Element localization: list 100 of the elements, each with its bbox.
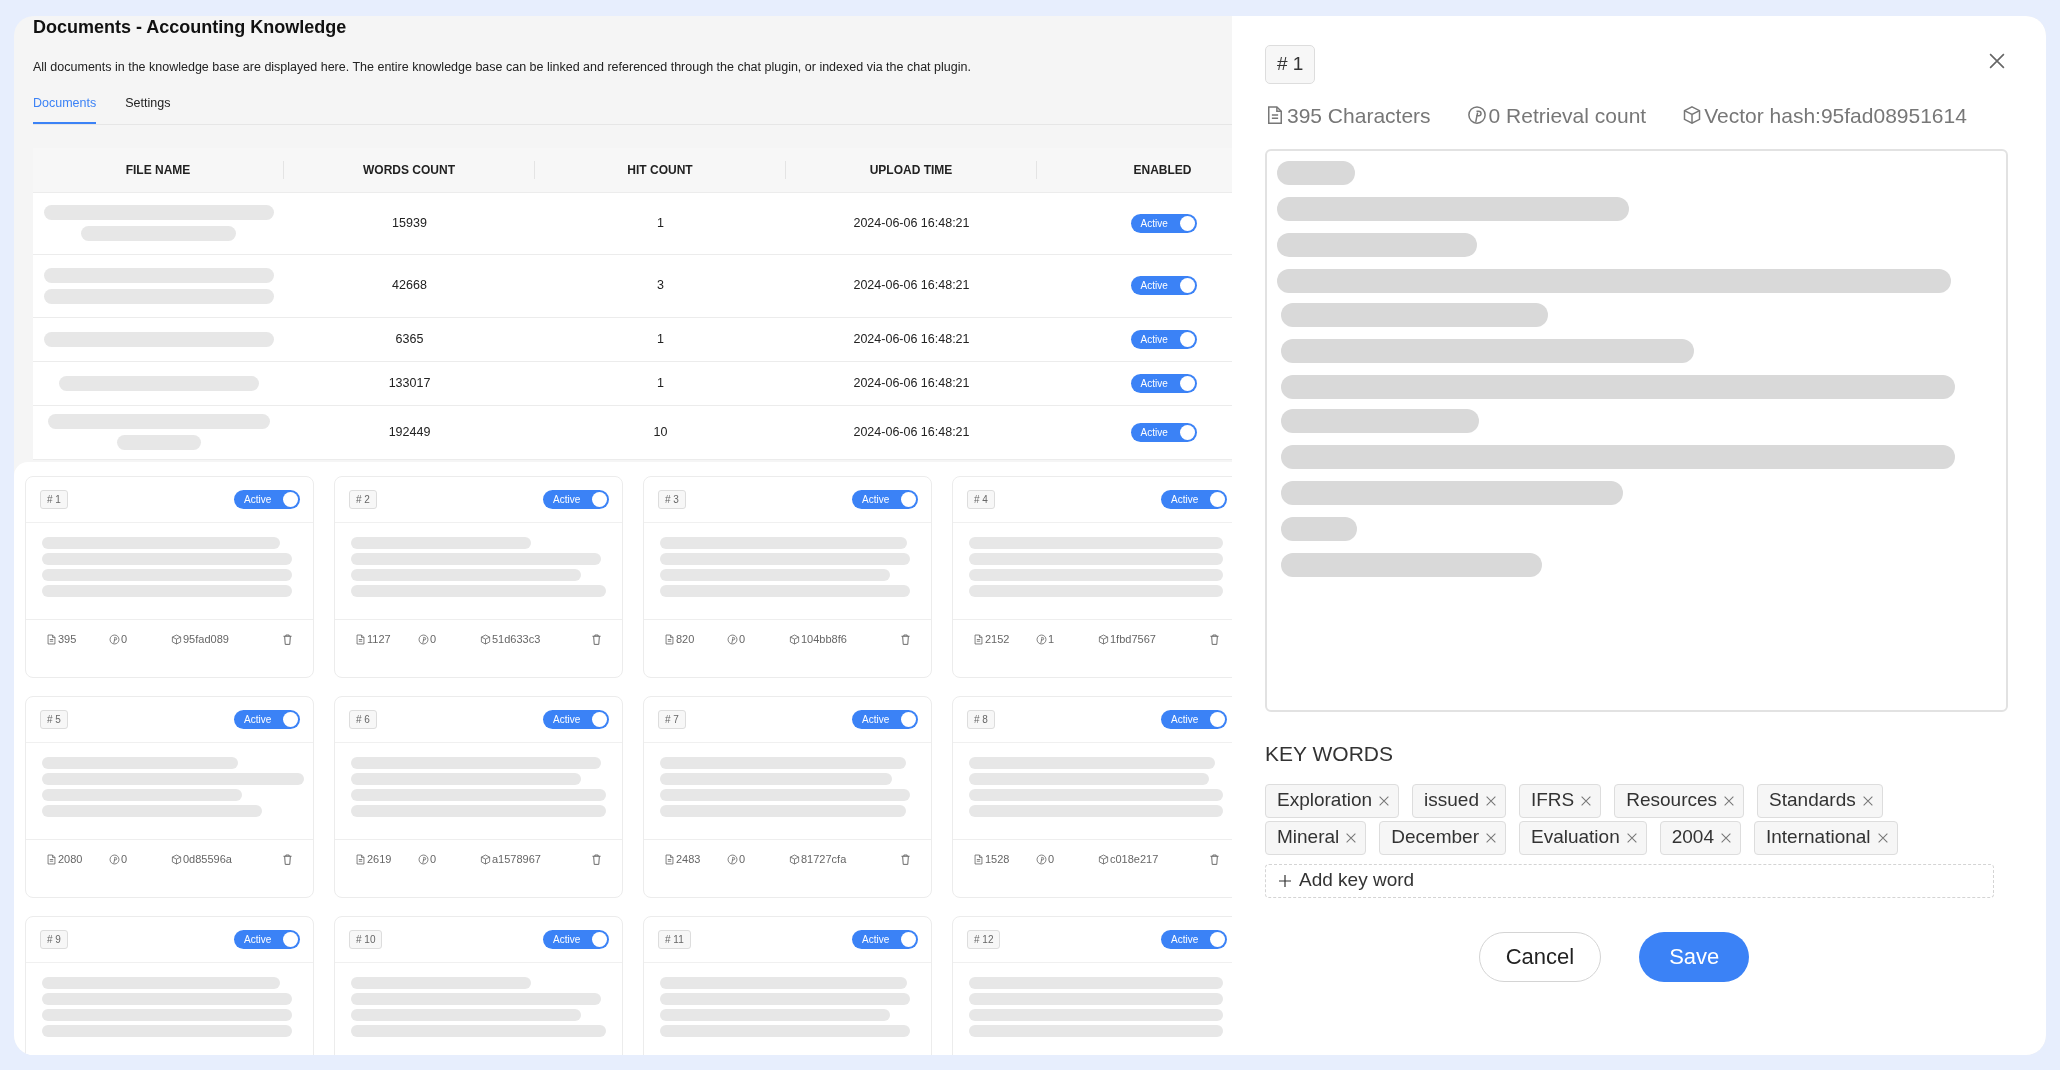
stat-value: 0d85596a bbox=[183, 852, 232, 867]
chunk-card[interactable]: # 2 Active 1127 0 51d633c3 bbox=[334, 476, 623, 678]
column-header: UPLOAD TIME bbox=[786, 160, 1037, 179]
keyword-text: December bbox=[1391, 825, 1479, 850]
cancel-button[interactable]: Cancel bbox=[1478, 931, 1602, 982]
stat-value: 0 bbox=[121, 632, 128, 647]
delete-button[interactable] bbox=[1208, 632, 1221, 646]
toggle-switch[interactable]: Active bbox=[543, 490, 609, 509]
chunk-card[interactable]: # 11 Active bbox=[643, 916, 932, 1055]
chunk-card[interactable]: # 5 Active 2080 0 0d85596a bbox=[25, 696, 314, 898]
stat-value: 1127 bbox=[367, 632, 391, 647]
chunk-card[interactable]: # 4 Active 2152 1 1fbd7567 bbox=[952, 476, 1232, 678]
delete-button[interactable] bbox=[899, 632, 912, 646]
stat-value: 820 bbox=[676, 632, 695, 647]
file-icon bbox=[664, 853, 675, 865]
toggle-switch[interactable]: Active bbox=[852, 710, 918, 729]
table-cell-text: 2024-06-06 16:48:21 bbox=[852, 423, 971, 441]
chunk-card[interactable]: # 7 Active 2483 0 81727cfa bbox=[643, 696, 932, 898]
delete-button[interactable] bbox=[899, 852, 912, 866]
column-header: FILE NAME bbox=[33, 160, 284, 179]
chunk-number: # 5 bbox=[40, 710, 68, 729]
keyword-text: 2004 bbox=[1671, 825, 1714, 850]
stat-value: 81727cfa bbox=[801, 852, 847, 867]
stat-value: 51d633c3 bbox=[492, 632, 541, 647]
trash-icon bbox=[1208, 632, 1221, 646]
page-description: All documents in the knowledge base are displayed here. The entire knowledge base can be linked and referenced through the chat plugin, or indexed via the chat plugin. bbox=[33, 59, 972, 75]
chunk-card[interactable]: # 8 Active 1528 0 c018e217 bbox=[952, 696, 1232, 898]
file-icon bbox=[46, 633, 57, 645]
toggle-switch[interactable]: Active bbox=[543, 710, 609, 729]
table-cell-text: 133017 bbox=[387, 374, 432, 392]
chunk-card[interactable]: # 12 Active bbox=[952, 916, 1232, 1055]
chunk-number: # 6 bbox=[349, 710, 377, 729]
delete-button[interactable] bbox=[1208, 852, 1221, 866]
toggle-switch[interactable]: Active bbox=[1130, 373, 1197, 393]
trash-icon bbox=[281, 852, 294, 866]
delete-button[interactable] bbox=[590, 632, 603, 646]
chunk-number: # 2 bbox=[349, 490, 377, 509]
tab[interactable]: Settings bbox=[125, 94, 171, 124]
trash-icon bbox=[281, 632, 294, 646]
toggle-switch[interactable]: Active bbox=[543, 930, 609, 949]
pin-icon bbox=[1036, 633, 1047, 645]
toggle-switch[interactable]: Active bbox=[1130, 422, 1197, 442]
toggle-switch[interactable]: Active bbox=[234, 710, 300, 729]
toggle-switch[interactable]: Active bbox=[1130, 213, 1197, 233]
chunk-number: # 3 bbox=[658, 490, 686, 509]
keyword-text: IFRS bbox=[1531, 788, 1575, 813]
cube-icon bbox=[480, 633, 491, 645]
toggle-switch[interactable]: Active bbox=[1161, 710, 1227, 729]
chunk-card[interactable]: # 6 Active 2619 0 a1578967 bbox=[334, 696, 623, 898]
toggle-switch[interactable]: Active bbox=[1161, 490, 1227, 509]
pin-icon bbox=[418, 853, 429, 865]
toggle-switch[interactable]: Active bbox=[1130, 276, 1197, 296]
add-keyword-button[interactable]: Add key word bbox=[1265, 863, 1994, 898]
table-cell-text: 192449 bbox=[387, 423, 432, 441]
chunk-card[interactable]: # 9 Active bbox=[25, 916, 314, 1055]
delete-button[interactable] bbox=[281, 852, 294, 866]
stat-value: 0 bbox=[1048, 852, 1055, 867]
cube-icon bbox=[1098, 633, 1109, 645]
table-cell-text: 15939 bbox=[391, 214, 428, 232]
column-header: HIT COUNT bbox=[535, 160, 786, 179]
pin-icon bbox=[1036, 853, 1047, 865]
file-icon bbox=[355, 853, 366, 865]
table-cell-text: 2024-06-06 16:48:21 bbox=[852, 214, 971, 232]
stat-value: c018e217 bbox=[1110, 852, 1159, 867]
cube-icon bbox=[171, 633, 182, 645]
file-icon bbox=[1265, 105, 1285, 126]
stat-value: 2619 bbox=[367, 852, 392, 867]
table-cell-text: 1 bbox=[656, 374, 665, 392]
chunk-number: # 10 bbox=[349, 930, 383, 949]
chunk-number: # 1 bbox=[40, 490, 68, 509]
toggle-switch[interactable]: Active bbox=[852, 930, 918, 949]
stat-value: 104bb8f6 bbox=[801, 632, 847, 647]
table-cell-text: 2024-06-06 16:48:21 bbox=[852, 330, 971, 348]
keyword-text: Resources bbox=[1626, 788, 1718, 813]
cube-icon bbox=[1098, 853, 1109, 865]
tab[interactable]: Documents bbox=[33, 94, 97, 124]
delete-button[interactable] bbox=[590, 852, 603, 866]
toggle-switch[interactable]: Active bbox=[234, 490, 300, 509]
chunk-card[interactable]: # 3 Active 820 0 104bb8f6 bbox=[643, 476, 932, 678]
toggle-switch[interactable]: Active bbox=[852, 490, 918, 509]
keyword-text: issued bbox=[1424, 788, 1479, 813]
toggle-switch[interactable]: Active bbox=[234, 930, 300, 949]
table-cell-text: 2024-06-06 16:48:21 bbox=[852, 277, 971, 295]
chunk-card[interactable]: # 1 Active 395 0 95fad089 bbox=[25, 476, 314, 678]
pin-icon bbox=[1466, 105, 1487, 126]
chunk-number: # 4 bbox=[967, 490, 995, 509]
chunk-number: # 12 bbox=[967, 930, 1001, 949]
stat-text: 0 Retrieval count bbox=[1488, 102, 1647, 129]
cube-icon bbox=[1682, 105, 1703, 126]
toggle-switch[interactable]: Active bbox=[1130, 329, 1197, 349]
table-cell-text: 10 bbox=[652, 423, 669, 441]
trash-icon bbox=[1208, 852, 1221, 866]
stat-value: 1 bbox=[1048, 632, 1055, 647]
delete-button[interactable] bbox=[281, 632, 294, 646]
chunk-card[interactable]: # 10 Active bbox=[334, 916, 623, 1055]
cube-icon bbox=[171, 853, 182, 865]
file-icon bbox=[664, 633, 675, 645]
keyword-text: Standards bbox=[1769, 788, 1856, 813]
save-button[interactable]: Save bbox=[1639, 931, 1750, 982]
toggle-switch[interactable]: Active bbox=[1161, 930, 1227, 949]
